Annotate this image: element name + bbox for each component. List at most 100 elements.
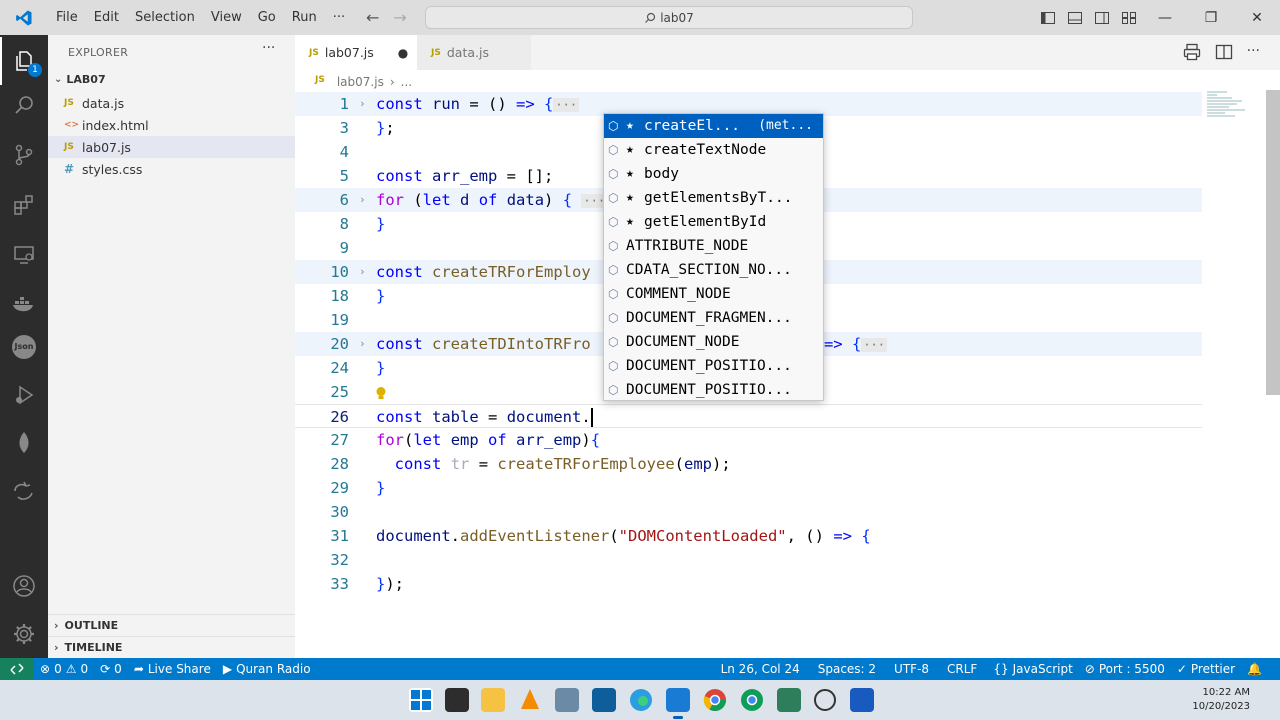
outline-label: OUTLINE bbox=[64, 619, 119, 632]
system-clock[interactable]: 10:22 AM 10/20/2023 bbox=[1192, 686, 1250, 714]
language-mode[interactable]: {} JavaScript bbox=[987, 662, 1078, 676]
search-activity-icon[interactable] bbox=[0, 81, 48, 129]
powershell-icon[interactable] bbox=[592, 688, 616, 712]
forward-arrow-icon[interactable]: → bbox=[393, 8, 406, 27]
vscode-logo-icon[interactable] bbox=[0, 0, 48, 35]
quran-radio-button[interactable]: ▶ Quran Radio bbox=[217, 662, 317, 676]
cursor-position[interactable]: Ln 26, Col 24 bbox=[715, 662, 806, 676]
file-lab07-js[interactable]: JS lab07.js bbox=[48, 136, 295, 158]
chrome-profile-icon[interactable] bbox=[740, 688, 764, 712]
suggestion-item[interactable]: ⬡ COMMENT_NODE bbox=[604, 282, 823, 306]
suggestion-item[interactable]: ⬡ DOCUMENT_FRAGMEN... bbox=[604, 306, 823, 330]
manage-gear-icon[interactable] bbox=[0, 610, 48, 658]
problems-indicator[interactable]: ⊗ 0 ⚠ 0 bbox=[34, 662, 94, 676]
menu-run[interactable]: Run bbox=[284, 0, 325, 35]
sidebar-more-button[interactable]: ··· bbox=[262, 40, 275, 56]
menu-file[interactable]: File bbox=[48, 0, 86, 35]
extensions-icon[interactable] bbox=[0, 181, 48, 229]
mongodb-leaf-icon[interactable] bbox=[0, 419, 48, 467]
encoding[interactable]: UTF-8 bbox=[888, 662, 935, 676]
minimap[interactable] bbox=[1207, 90, 1247, 120]
remote-explorer-icon[interactable] bbox=[0, 231, 48, 279]
menu-edit[interactable]: Edit bbox=[86, 0, 127, 35]
suggestion-item[interactable]: ⬡ DOCUMENT_POSITIO... bbox=[604, 354, 823, 378]
collapsed-placeholder[interactable]: ··· bbox=[861, 338, 888, 352]
file-data-js[interactable]: JS data.js bbox=[48, 92, 295, 114]
unsaved-dot-icon[interactable]: ● bbox=[398, 46, 408, 60]
property-icon: ⬡ bbox=[608, 287, 619, 301]
suggestion-item[interactable]: ⬡ DOCUMENT_NODE bbox=[604, 330, 823, 354]
docker-icon[interactable] bbox=[0, 279, 48, 327]
json-icon[interactable]: Json bbox=[0, 323, 48, 371]
toggle-secondary-sidebar-icon[interactable] bbox=[1088, 11, 1115, 24]
remote-indicator[interactable] bbox=[0, 658, 34, 680]
suggestion-item[interactable]: ⬡ ★ body bbox=[604, 162, 823, 186]
suggestion-item[interactable]: ⬡ ★ getElementsByT... bbox=[604, 186, 823, 210]
explorer-icon[interactable]: 1 bbox=[0, 37, 48, 85]
windows-start-icon[interactable] bbox=[409, 688, 433, 712]
tab-lab07-js[interactable]: JS lab07.js ● bbox=[295, 35, 417, 70]
chrome-icon[interactable] bbox=[703, 688, 727, 712]
timeline-section[interactable]: › TIMELINE bbox=[54, 641, 122, 654]
suggestion-item[interactable]: ⬡ ★ createEl... (met... bbox=[604, 114, 823, 138]
run-debug-icon[interactable] bbox=[0, 371, 48, 419]
menu-view[interactable]: View bbox=[203, 0, 250, 35]
suggestion-item[interactable]: ⬡ ★ createTextNode bbox=[604, 138, 823, 162]
fold-chevron-icon[interactable]: › bbox=[359, 188, 366, 212]
breadcrumb-rest[interactable]: ... bbox=[401, 75, 412, 89]
file-explorer-icon[interactable] bbox=[481, 688, 505, 712]
menu-go[interactable]: Go bbox=[250, 0, 284, 35]
vertical-scrollbar[interactable] bbox=[1266, 90, 1280, 395]
method-cube-icon: ⬡ bbox=[608, 119, 619, 133]
tab-data-js[interactable]: JS data.js bbox=[417, 35, 531, 70]
calculator-icon[interactable] bbox=[555, 688, 579, 712]
suggestion-item[interactable]: ⬡ DOCUMENT_POSITIO... bbox=[604, 378, 823, 400]
back-arrow-icon[interactable]: ← bbox=[366, 8, 379, 27]
vscode-taskbar-icon[interactable] bbox=[666, 688, 690, 712]
print-icon[interactable] bbox=[1183, 43, 1201, 61]
live-share-button[interactable]: ➦ Live Share bbox=[128, 662, 217, 676]
collapsed-placeholder[interactable]: ··· bbox=[553, 98, 580, 112]
end-of-line[interactable]: CRLF bbox=[941, 662, 983, 676]
toggle-panel-icon[interactable] bbox=[1061, 11, 1088, 24]
notifications-bell-icon[interactable]: 🔔 bbox=[1241, 662, 1268, 676]
source-control-icon[interactable] bbox=[0, 131, 48, 179]
split-editor-icon[interactable] bbox=[1215, 43, 1233, 61]
terminal-icon[interactable] bbox=[445, 688, 469, 712]
breadcrumb-separator: › bbox=[389, 75, 395, 89]
file-index-html[interactable]: <> index.html bbox=[48, 114, 295, 136]
more-actions-icon[interactable]: ··· bbox=[1247, 43, 1260, 61]
suggestion-item[interactable]: ⬡ ★ getElementById bbox=[604, 210, 823, 234]
fold-chevron-icon[interactable]: › bbox=[359, 260, 366, 284]
customize-layout-icon[interactable] bbox=[1115, 11, 1142, 24]
css-file-icon: # bbox=[64, 162, 75, 176]
indentation[interactable]: Spaces: 2 bbox=[812, 662, 882, 676]
line-number: 8 bbox=[339, 215, 349, 233]
vlc-icon[interactable] bbox=[518, 688, 542, 712]
github-icon[interactable] bbox=[813, 688, 837, 712]
minimize-icon[interactable]: — bbox=[1142, 10, 1188, 26]
app-icon[interactable] bbox=[777, 688, 801, 712]
toggle-sidebar-icon[interactable] bbox=[1034, 11, 1061, 24]
prettier-status[interactable]: ✓ Prettier bbox=[1171, 662, 1241, 676]
breadcrumb-file[interactable]: lab07.js bbox=[337, 75, 384, 89]
fold-chevron-icon[interactable]: › bbox=[359, 332, 366, 356]
menu-selection[interactable]: Selection bbox=[127, 0, 203, 35]
go-live-port[interactable]: ⊘ Port : 5500 bbox=[1079, 662, 1171, 676]
command-center-search[interactable]: lab07 bbox=[425, 6, 913, 29]
suggestion-item[interactable]: ⬡ ATTRIBUTE_NODE bbox=[604, 234, 823, 258]
suggestion-item[interactable]: ⬡ CDATA_SECTION_NO... bbox=[604, 258, 823, 282]
edge-icon[interactable] bbox=[629, 688, 653, 712]
search-label: lab07 bbox=[660, 10, 694, 25]
file-styles-css[interactable]: # styles.css bbox=[48, 158, 295, 180]
close-icon[interactable]: ✕ bbox=[1234, 10, 1280, 26]
fold-chevron-icon[interactable]: › bbox=[359, 92, 366, 116]
restore-icon[interactable]: ❐ bbox=[1188, 10, 1234, 26]
live-share-icon[interactable] bbox=[0, 467, 48, 515]
outline-section[interactable]: › OUTLINE bbox=[54, 619, 118, 632]
word-icon[interactable] bbox=[850, 688, 874, 712]
folder-lab07[interactable]: ⌄ LAB07 bbox=[54, 73, 106, 86]
ports-indicator[interactable]: ⟳ 0 bbox=[94, 662, 128, 676]
account-icon[interactable] bbox=[0, 562, 48, 610]
menu-more[interactable]: ··· bbox=[325, 0, 353, 35]
